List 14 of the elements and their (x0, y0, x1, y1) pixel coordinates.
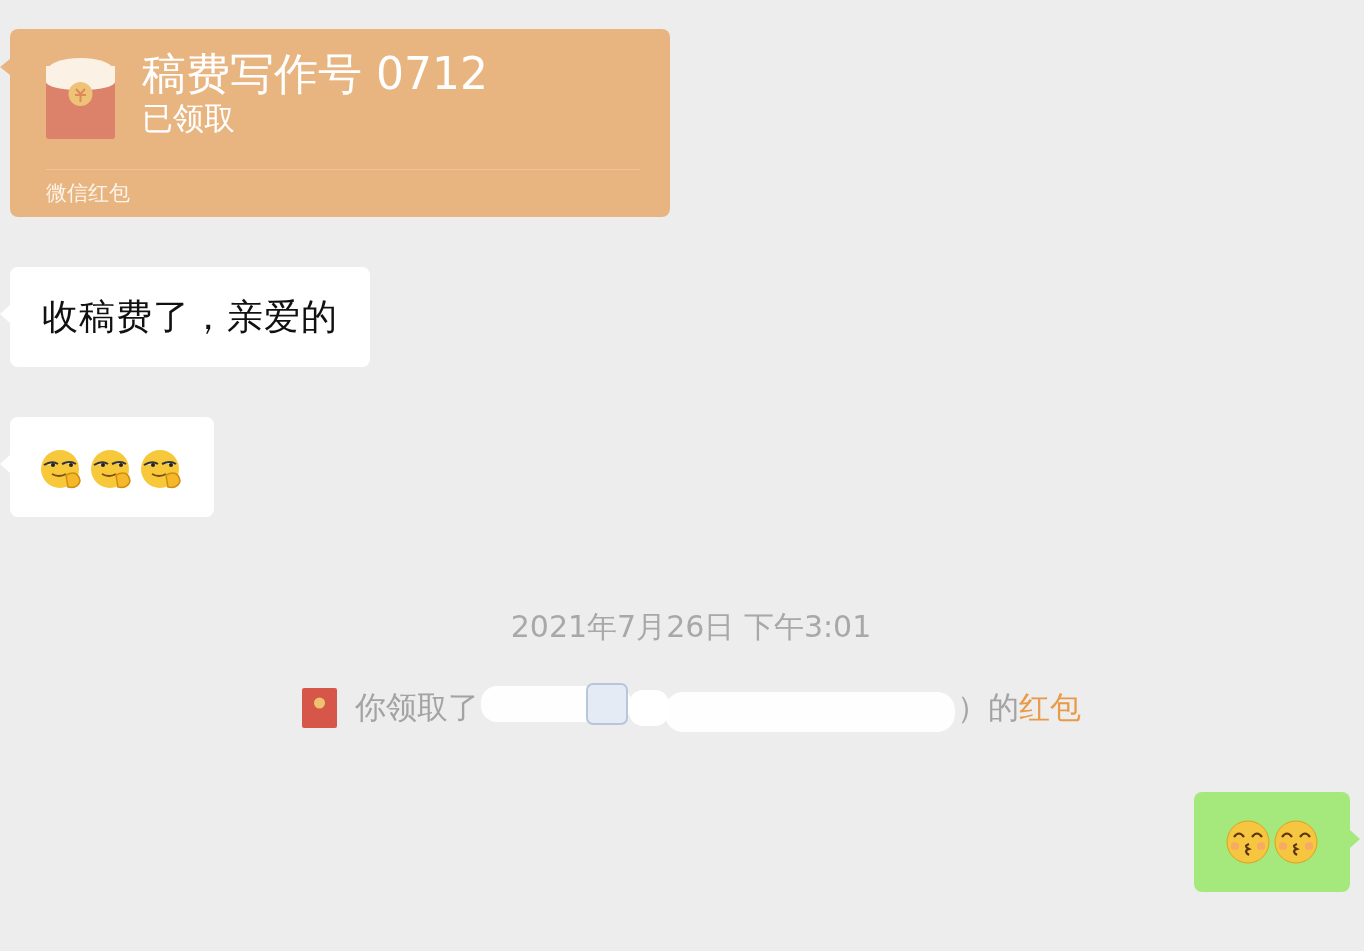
system-message-text: 你领取了 (354, 688, 479, 727)
message-text: 收稿费了，亲爱的 (41, 295, 339, 339)
envelope-icon (301, 688, 337, 728)
timestamp: 2021年7月26日 下午3:01 (510, 608, 872, 646)
kissing-face-icon (1273, 819, 1319, 865)
envelope-icon (46, 58, 115, 139)
packet-label: 微信红包 (46, 180, 131, 207)
kissing-face-icon (1225, 819, 1271, 865)
packet-status: 已领取 (142, 99, 236, 138)
bubble-tail (0, 59, 10, 75)
system-message-text: ）的 (956, 688, 1019, 727)
packet-link[interactable]: 红包 (1018, 687, 1081, 729)
packet-title: 稿费写作号 0712 (142, 50, 488, 98)
gift-packet-card[interactable]: 稿费写作号 0712 已领取 微信红包 (10, 29, 670, 217)
